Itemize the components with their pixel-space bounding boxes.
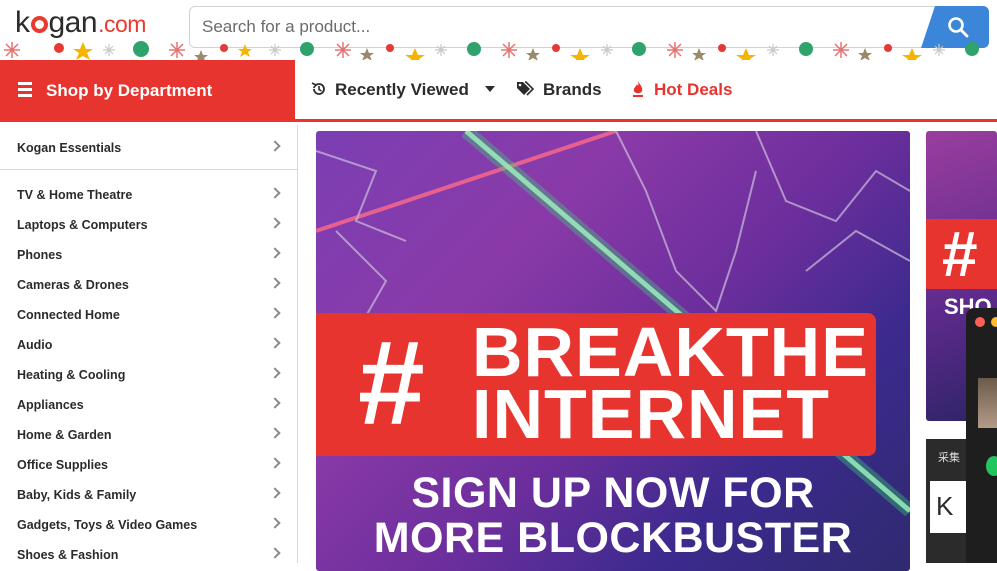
sidebar-item-gadgets-toys-games[interactable]: Gadgets, Toys & Video Games — [0, 510, 298, 540]
sidebar-item-home-garden[interactable]: Home & Garden — [0, 420, 298, 450]
search-icon — [948, 17, 969, 38]
banner-subtext: SIGN UP NOW FOR MORE BLOCKBUSTER — [316, 471, 910, 561]
brands-label: Brands — [543, 80, 602, 99]
logo-suffix: .com — [98, 11, 146, 37]
minimize-icon[interactable] — [991, 317, 997, 327]
tags-icon — [517, 81, 535, 96]
secondary-hash-badge: # — [926, 219, 997, 289]
panel-label: 采集 — [938, 452, 960, 464]
sidebar-item-label: Laptops & Computers — [17, 218, 148, 232]
banner-headline: BREAKTHE INTERNET — [472, 313, 869, 453]
chevron-right-icon — [269, 277, 281, 289]
shop-by-department-button[interactable]: Shop by Department — [0, 60, 295, 122]
caret-down-icon — [484, 86, 495, 92]
sidebar-item-office-supplies[interactable]: Office Supplies — [0, 450, 298, 480]
history-icon — [311, 82, 325, 95]
chevron-right-icon — [269, 140, 281, 152]
hot-deals-link[interactable]: Hot Deals — [632, 80, 732, 100]
kogan-logo[interactable]: k gan.com — [15, 6, 146, 40]
sidebar-item-label: Cameras & Drones — [17, 278, 129, 292]
sidebar-item-label: Gadgets, Toys & Video Games — [17, 518, 198, 532]
recently-viewed-label: Recently Viewed — [335, 80, 469, 99]
window-thumbnail — [978, 378, 997, 428]
chevron-right-icon — [269, 457, 281, 469]
subtext-line-1: SIGN UP NOW FOR — [411, 469, 815, 517]
chevron-right-icon — [269, 487, 281, 499]
sidebar-item-cameras-drones[interactable]: Cameras & Drones — [0, 270, 298, 300]
chevron-right-icon — [269, 247, 281, 259]
chevron-right-icon — [269, 397, 281, 409]
secondary-hash: # — [942, 218, 978, 290]
sidebar-item-laptops-computers[interactable]: Laptops & Computers — [0, 210, 298, 240]
chevron-right-icon — [269, 217, 281, 229]
hash-symbol: # — [358, 316, 425, 450]
chevron-right-icon — [269, 337, 281, 349]
brands-link[interactable]: Brands — [516, 80, 602, 100]
sidebar-item-label: Heating & Cooling — [17, 368, 126, 382]
floating-window[interactable] — [966, 308, 997, 563]
sidebar-item-label: Phones — [17, 248, 63, 262]
sidebar-item-shoes-fashion[interactable]: Shoes & Fashion — [0, 540, 298, 570]
sidebar-item-label: TV & Home Theatre — [17, 188, 133, 202]
chevron-right-icon — [269, 547, 281, 559]
logo-text: k gan — [15, 6, 98, 39]
subtext-line-2: MORE BLOCKBUSTER — [373, 514, 853, 562]
sidebar-item-heating-cooling[interactable]: Heating & Cooling — [0, 360, 298, 390]
sidebar-item-label: Office Supplies — [17, 458, 108, 472]
close-icon[interactable] — [975, 317, 985, 327]
chevron-right-icon — [269, 307, 281, 319]
headline-line-2: INTERNET — [472, 375, 830, 453]
chat-icon[interactable] — [986, 456, 997, 476]
hot-deals-label: Hot Deals — [654, 80, 733, 99]
hero-banner[interactable]: # BREAKTHE INTERNET SIGN UP NOW FOR MORE… — [316, 131, 910, 571]
chevron-right-icon — [269, 517, 281, 529]
main-nav: Shop by Department Recently Viewed Brand… — [0, 60, 997, 122]
flame-icon — [633, 81, 643, 97]
hashtag-badge: # BREAKTHE INTERNET — [316, 313, 910, 456]
sidebar-item-appliances[interactable]: Appliances — [0, 390, 298, 420]
chevron-right-icon — [269, 427, 281, 439]
sidebar-item-label: Baby, Kids & Family — [17, 488, 137, 502]
headline-line-1: BREAKTHE — [472, 313, 869, 391]
department-sidebar: Kogan Essentials TV & Home Theatre Lapto… — [0, 125, 298, 563]
divider — [0, 169, 298, 170]
sidebar-item-label: Kogan Essentials — [17, 141, 122, 155]
sidebar-item-tv-home-theatre[interactable]: TV & Home Theatre — [0, 180, 298, 210]
sidebar-item-kogan-essentials[interactable]: Kogan Essentials — [0, 133, 298, 163]
recently-viewed-menu[interactable]: Recently Viewed — [311, 80, 496, 100]
sidebar-item-connected-home[interactable]: Connected Home — [0, 300, 298, 330]
sidebar-item-label: Audio — [17, 338, 53, 352]
sidebar-item-audio[interactable]: Audio — [0, 330, 298, 360]
sidebar-item-baby-kids-family[interactable]: Baby, Kids & Family — [0, 480, 298, 510]
sidebar-item-phones[interactable]: Phones — [0, 240, 298, 270]
department-label: Shop by Department — [46, 81, 213, 100]
sidebar-item-label: Home & Garden — [17, 428, 112, 442]
sidebar-item-label: Shoes & Fashion — [17, 548, 119, 562]
chevron-right-icon — [269, 367, 281, 379]
sidebar-item-label: Appliances — [17, 398, 84, 412]
sidebar-item-label: Connected Home — [17, 308, 120, 322]
panel-logo-letter: K — [936, 491, 954, 521]
chevron-right-icon — [269, 187, 281, 199]
menu-icon — [18, 82, 32, 100]
